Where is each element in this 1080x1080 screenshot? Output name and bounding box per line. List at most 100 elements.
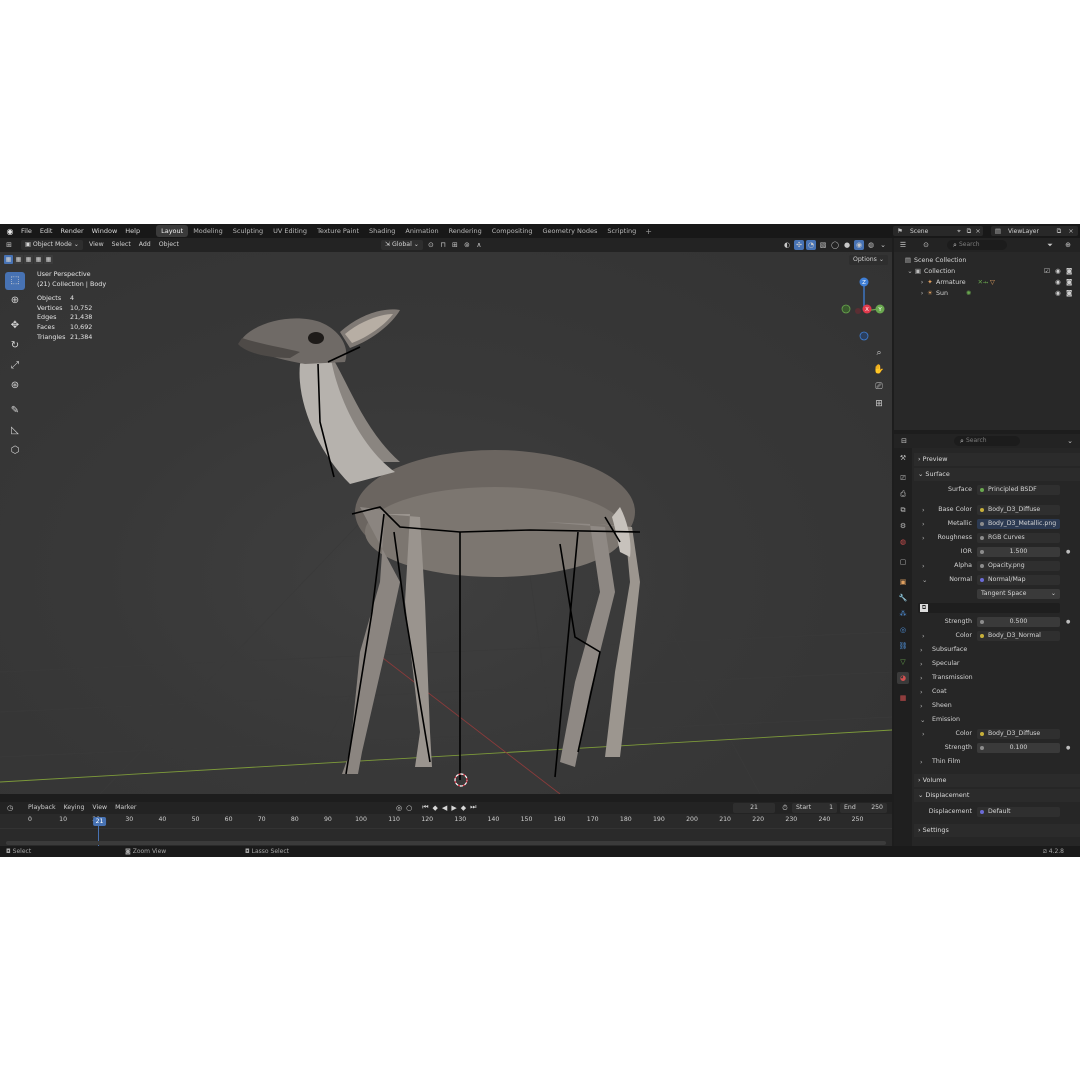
physics-tab-icon[interactable]: ◎	[897, 624, 909, 636]
snap-icon[interactable]: ⊓	[438, 240, 448, 250]
new-collection-icon[interactable]: ⊕	[1063, 240, 1073, 250]
select-new-icon[interactable]: ▦	[4, 255, 13, 264]
wireframe-shading-icon[interactable]: ◯	[830, 240, 840, 250]
prev-keyframe-icon[interactable]: ◆	[431, 804, 440, 812]
modifier-tab-icon[interactable]: 🔧	[897, 592, 909, 604]
subpanel-specular[interactable]: › Specular	[914, 658, 1080, 670]
properties-editor-icon[interactable]: ⊟	[899, 436, 909, 446]
expand-caret-icon[interactable]: ›	[922, 518, 925, 530]
solid-shading-icon[interactable]: ●	[842, 240, 852, 250]
tab-layout[interactable]: Layout	[156, 225, 189, 237]
scene-tab-icon[interactable]: ⚙	[897, 520, 909, 532]
expand-caret-icon[interactable]: ›	[922, 728, 925, 740]
tab-texture-paint[interactable]: Texture Paint	[312, 225, 364, 237]
visibility-eye-icon[interactable]: ◉	[1055, 288, 1061, 299]
menu-select[interactable]: Select	[108, 239, 135, 251]
measure-tool-icon[interactable]: ◺	[5, 422, 25, 440]
new-scene-icon[interactable]: ⧉	[965, 227, 973, 235]
keyframe-dot-icon[interactable]: ●	[1066, 616, 1070, 628]
display-mode-icon[interactable]: ⊙	[921, 240, 931, 250]
proportional-edit-icon[interactable]: ⊚	[462, 240, 472, 250]
outliner-editor-icon[interactable]: ☰	[898, 240, 908, 250]
normal-color-field[interactable]: Body_D3_Normal	[977, 631, 1060, 641]
menu-help[interactable]: Help	[121, 224, 144, 238]
play-reverse-icon[interactable]: ◀	[440, 804, 449, 812]
menu-playback[interactable]: Playback	[24, 802, 60, 814]
menu-add[interactable]: Add	[135, 239, 155, 251]
options-chevron-icon[interactable]: ⌄	[1065, 436, 1075, 446]
overlay-toggle-icon[interactable]: ◔	[806, 240, 816, 250]
ior-field[interactable]: 1.500	[977, 547, 1060, 557]
material-shading-icon[interactable]: ◉	[854, 240, 864, 250]
texture-tab-icon[interactable]: ▦	[897, 692, 909, 704]
constraints-tab-icon[interactable]: ⛓	[897, 640, 909, 652]
menu-window[interactable]: Window	[88, 224, 122, 238]
outliner-sun[interactable]: › ☀ Sun ✺	[918, 288, 972, 299]
tab-uv-editing[interactable]: UV Editing	[268, 225, 312, 237]
falloff-icon[interactable]: ∧	[474, 240, 484, 250]
normal-strength-field[interactable]: 0.500	[977, 617, 1060, 627]
3d-cursor[interactable]	[454, 773, 468, 787]
render-tab-icon[interactable]: ⎚	[897, 472, 909, 484]
scene-selector[interactable]: ⚑ Scene ⌖ ⧉ ×	[893, 226, 983, 236]
menu-timeline-view[interactable]: View	[88, 802, 111, 814]
play-icon[interactable]: ▶	[449, 804, 458, 812]
render-camera-icon[interactable]: ◙	[1066, 266, 1072, 277]
alpha-field[interactable]: Opacity.png	[977, 561, 1060, 571]
close-icon[interactable]: ×	[1067, 227, 1075, 235]
section-displacement[interactable]: ⌄ Displacement	[914, 789, 1080, 802]
mode-dropdown[interactable]: ▣ Object Mode ⌄	[21, 240, 83, 250]
gizmo-neg-z-axis[interactable]	[859, 331, 869, 341]
particles-tab-icon[interactable]: ⁂	[897, 608, 909, 620]
menu-object[interactable]: Object	[155, 239, 183, 251]
options-button[interactable]: Options ⌄	[849, 255, 889, 265]
roughness-field[interactable]: RGB Curves	[977, 533, 1060, 543]
move-tool-icon[interactable]: ✥	[5, 317, 25, 335]
tab-animation[interactable]: Animation	[400, 225, 443, 237]
outliner-scene-collection[interactable]: ▤ Scene Collection	[904, 255, 966, 266]
expand-icon[interactable]: ›	[918, 278, 926, 286]
subpanel-coat[interactable]: › Coat	[914, 686, 1080, 698]
current-frame-field[interactable]: 21	[733, 803, 775, 813]
emission-color-field[interactable]: Body_D3_Diffuse	[977, 729, 1060, 739]
tangent-space-dropdown[interactable]: Tangent Space ⌄	[977, 589, 1060, 599]
data-tab-icon[interactable]: ▽	[897, 656, 909, 668]
select-intersect-icon[interactable]: ▦	[44, 255, 53, 264]
end-frame-field[interactable]: End 250	[840, 803, 887, 813]
shading-options-icon[interactable]: ⌄	[878, 240, 888, 250]
menu-file[interactable]: File	[17, 224, 36, 238]
section-preview[interactable]: › Preview	[914, 453, 1080, 466]
output-tab-icon[interactable]: ⎙	[897, 488, 909, 500]
orientation-dropdown[interactable]: ⇲ Global ⌄	[380, 240, 423, 250]
subpanel-subsurface[interactable]: › Subsurface	[914, 644, 1080, 656]
filter-icon[interactable]: ⏷	[1045, 240, 1055, 250]
editor-type-icon[interactable]: ⊞	[4, 240, 14, 250]
xray-icon[interactable]: ▧	[818, 240, 828, 250]
section-settings[interactable]: › Settings	[914, 824, 1080, 837]
keyframe-dot-icon[interactable]: ●	[1066, 742, 1070, 754]
surface-shader-field[interactable]: Principled BSDF	[977, 485, 1060, 495]
menu-keying[interactable]: Keying	[60, 802, 89, 814]
expand-caret-icon[interactable]: ›	[922, 560, 925, 572]
gizmo-toggle-icon[interactable]: ✣	[794, 240, 804, 250]
tab-modeling[interactable]: Modeling	[188, 225, 228, 237]
select-extend-icon[interactable]: ▦	[14, 255, 23, 264]
snap-target-icon[interactable]: ⊞	[450, 240, 460, 250]
keyframe-dot-icon[interactable]: ●	[1066, 546, 1070, 558]
view-layer-selector[interactable]: ▤ ViewLayer ⧉ ×	[991, 226, 1078, 236]
pan-hand-icon[interactable]: ✋	[872, 364, 886, 377]
rendered-shading-icon[interactable]: ◍	[866, 240, 876, 250]
object-tab-icon[interactable]: ▣	[897, 576, 909, 588]
blender-logo-icon[interactable]: ◉	[3, 224, 17, 238]
3d-viewport[interactable]: ▦ ▦ ▦ ▦ ▦ ⬚ ⊕ ✥ ↻ ⤢ ⊛ ✎ ◺ ⬡ User Perspec…	[0, 252, 892, 794]
cursor-tool-icon[interactable]: ⊕	[5, 292, 25, 310]
select-invert-icon[interactable]: ▦	[34, 255, 43, 264]
frame-ruler[interactable]: 0102030405060708090100110120130140150160…	[0, 816, 892, 826]
new-view-layer-icon[interactable]: ⧉	[1055, 227, 1063, 235]
zoom-icon[interactable]: ⌕	[872, 347, 886, 360]
tab-compositing[interactable]: Compositing	[487, 225, 538, 237]
emission-strength-field[interactable]: 0.100	[977, 743, 1060, 753]
collapse-caret-icon[interactable]: ⌄	[922, 574, 927, 586]
collection-tab-icon[interactable]: ▢	[897, 556, 909, 568]
section-surface[interactable]: ⌄ Surface	[914, 468, 1080, 481]
